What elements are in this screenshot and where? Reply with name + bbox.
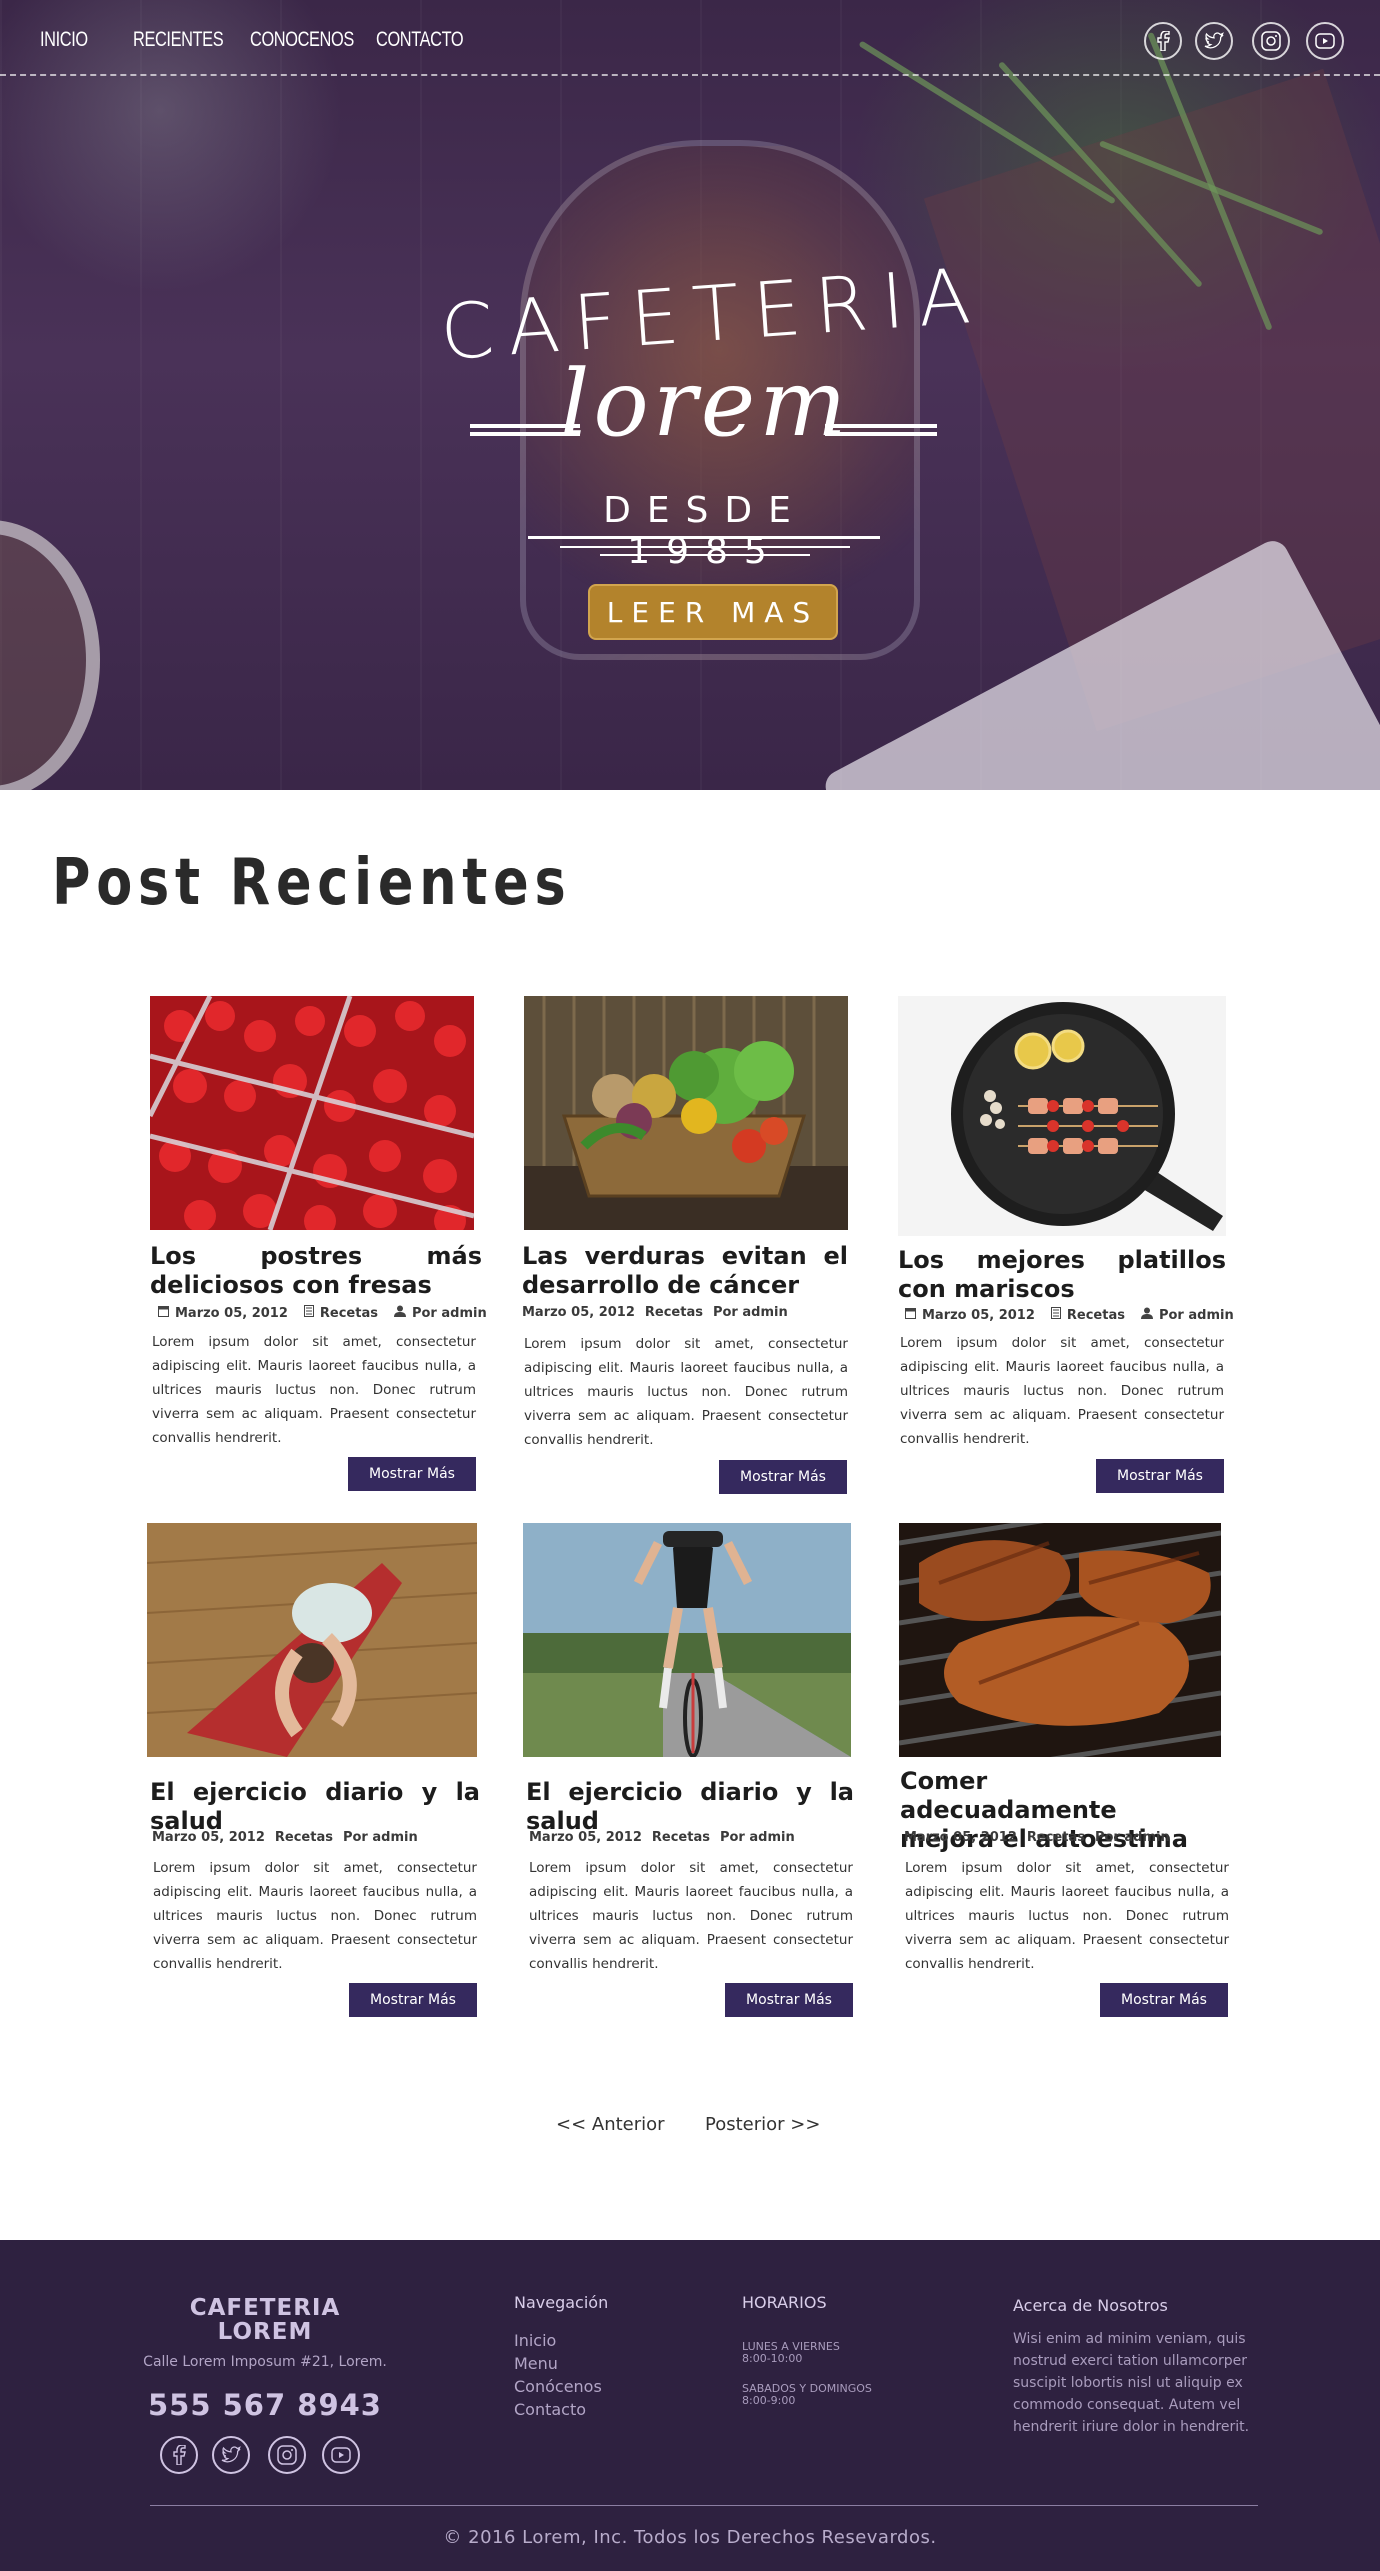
post-image-seafood[interactable]	[898, 996, 1226, 1236]
post-image-strawberries[interactable]	[150, 996, 474, 1230]
youtube-icon[interactable]	[1306, 22, 1344, 60]
post-author[interactable]: Por admin	[1095, 1830, 1170, 1845]
post-date: Marzo 05, 2012	[522, 1305, 635, 1320]
footer-divider	[150, 2505, 1258, 2506]
footer-nav-title: Navegación	[514, 2293, 609, 2312]
footer-link-conocenos[interactable]: Conócenos	[514, 2377, 602, 2396]
post-author[interactable]: Por admin	[720, 1830, 795, 1845]
top-navigation: INICIO RECIENTES CONOCENOS CONTACTO	[0, 0, 1380, 76]
hero-rule-right	[825, 432, 937, 436]
post-title[interactable]: El ejercicio diario y la salud	[526, 1778, 854, 1836]
post-meta: Marzo 05, 2012 Recetas Por admin	[152, 1830, 418, 1845]
post-excerpt: Lorem ipsum dolor sit amet, consectetur …	[153, 1860, 477, 1972]
instagram-icon[interactable]	[268, 2436, 306, 2474]
twitter-icon[interactable]	[1195, 22, 1233, 60]
footer: CAFETERIA LOREM Calle Lorem Imposum #21,…	[0, 2240, 1380, 2571]
footer-brand-line: CAFETERIA	[189, 2295, 341, 2321]
post-author[interactable]: Por admin	[343, 1830, 418, 1845]
post-image-yoga[interactable]	[147, 1523, 477, 1757]
footer-link-contacto[interactable]: Contacto	[514, 2400, 586, 2419]
calendar-icon	[905, 1307, 916, 1323]
document-icon	[1050, 1307, 1061, 1323]
post-excerpt: Lorem ipsum dolor sit amet, consectetur …	[905, 1860, 1229, 1972]
post-meta: Marzo 05, 2012 Recetas Por admin	[522, 1305, 788, 1320]
hero-bowl-decoration	[0, 520, 100, 790]
post-date: Marzo 05, 2012	[152, 1830, 265, 1845]
footer-about-title: Acerca de Nosotros	[1013, 2296, 1168, 2315]
post-title[interactable]: Los postres más deliciosos con fresas	[150, 1242, 482, 1300]
post-author[interactable]: Por admin	[713, 1305, 788, 1320]
hero-since-text: DESDE 1985	[603, 490, 807, 572]
footer-hours-time: 8:00-9:00	[742, 2394, 796, 2407]
footer-link-menu[interactable]: Menu	[514, 2354, 558, 2373]
twitter-icon[interactable]	[212, 2436, 250, 2474]
show-more-button[interactable]: Mostrar Más	[1096, 1459, 1224, 1493]
footer-brand: CAFETERIA LOREM	[140, 2296, 390, 2344]
post-image-cyclist[interactable]	[523, 1523, 851, 1757]
post-title[interactable]: Los mejores platillos con mariscos	[898, 1246, 1226, 1304]
footer-hours-time: 8:00-10:00	[742, 2352, 803, 2365]
user-icon	[393, 1305, 406, 1321]
read-more-button[interactable]: LEER MAS	[588, 584, 838, 640]
footer-copyright: © 2016 Lorem, Inc. Todos los Derechos Re…	[443, 2527, 937, 2548]
hero-rule-since	[560, 546, 850, 548]
footer-phone[interactable]: 555 567 8943	[140, 2388, 390, 2422]
show-more-button[interactable]: Mostrar Más	[725, 1983, 853, 2017]
hero-rule-right	[825, 424, 937, 428]
user-icon	[1140, 1307, 1153, 1323]
post-category[interactable]: Recetas	[1027, 1830, 1085, 1845]
post-image-vegetables[interactable]	[524, 996, 848, 1230]
post-title[interactable]: El ejercicio diario y la salud	[150, 1778, 480, 1836]
post-excerpt: Lorem ipsum dolor sit amet, consectetur …	[900, 1335, 1224, 1447]
instagram-icon[interactable]	[1252, 22, 1290, 60]
post-excerpt: Lorem ipsum dolor sit amet, consectetur …	[529, 1860, 853, 1972]
footer-about-text: Wisi enim ad minim veniam, quis nostrud …	[1013, 2331, 1250, 2435]
post-category[interactable]: Recetas	[652, 1830, 710, 1845]
post-image-grill[interactable]	[899, 1523, 1221, 1757]
footer-address: Calle Lorem Imposum #21, Lorem.	[143, 2354, 387, 2370]
youtube-icon[interactable]	[322, 2436, 360, 2474]
nav-link-contacto[interactable]: CONTACTO	[376, 28, 464, 52]
nav-link-conocenos[interactable]: CONOCENOS	[250, 28, 354, 52]
calendar-icon	[158, 1305, 169, 1321]
hero-script-text: lorem	[560, 350, 851, 457]
show-more-button[interactable]: Mostrar Más	[348, 1457, 476, 1491]
post-title[interactable]: Las verduras evitan el desarrollo de cán…	[522, 1242, 848, 1300]
document-icon	[303, 1305, 314, 1321]
pagination-prev-link[interactable]: << Anterior	[556, 2114, 665, 2135]
post-date: Marzo 05, 2012	[529, 1830, 642, 1845]
show-more-button[interactable]: Mostrar Más	[1100, 1983, 1228, 2017]
post-category[interactable]: Recetas	[320, 1306, 378, 1321]
post-excerpt: Lorem ipsum dolor sit amet, consectetur …	[524, 1336, 848, 1448]
post-category[interactable]: Recetas	[645, 1305, 703, 1320]
post-author[interactable]: Por admin	[1159, 1308, 1234, 1323]
footer-link-inicio[interactable]: Inicio	[514, 2331, 556, 2350]
facebook-icon[interactable]	[1144, 22, 1182, 60]
hero-rule-since	[600, 554, 810, 556]
nav-link-inicio[interactable]: INICIO	[40, 28, 88, 52]
show-more-button[interactable]: Mostrar Más	[719, 1460, 847, 1494]
post-date: Marzo 05, 2012	[904, 1830, 1017, 1845]
post-category[interactable]: Recetas	[1067, 1308, 1125, 1323]
post-date: Marzo 05, 2012	[922, 1307, 1035, 1323]
pagination-next-link[interactable]: Posterior >>	[705, 2114, 820, 2135]
section-title: Post Recientes	[52, 846, 572, 920]
post-meta: Marzo 05, 2012 Recetas Por admin	[529, 1830, 795, 1845]
nav-link-recientes[interactable]: RECIENTES	[133, 28, 224, 52]
post-date: Marzo 05, 2012	[175, 1305, 288, 1321]
post-category[interactable]: Recetas	[275, 1830, 333, 1845]
post-meta: Marzo 05, 2012 Recetas Por admin	[904, 1830, 1170, 1845]
footer-brand-line: LOREM	[217, 2319, 313, 2345]
post-meta: Marzo 05, 2012 Recetas Por admin	[905, 1307, 1234, 1323]
post-meta: Marzo 05, 2012 Recetas Por admin	[158, 1305, 487, 1321]
post-author[interactable]: Por admin	[412, 1306, 487, 1321]
show-more-button[interactable]: Mostrar Más	[349, 1983, 477, 2017]
hero-banner: INICIO RECIENTES CONOCENOS CONTACTO CAFE…	[0, 0, 1380, 790]
post-excerpt: Lorem ipsum dolor sit amet, consectetur …	[152, 1334, 476, 1446]
facebook-icon[interactable]	[160, 2436, 198, 2474]
footer-hours-title: HORARIOS	[742, 2293, 827, 2312]
hero-rule-since	[528, 536, 880, 539]
